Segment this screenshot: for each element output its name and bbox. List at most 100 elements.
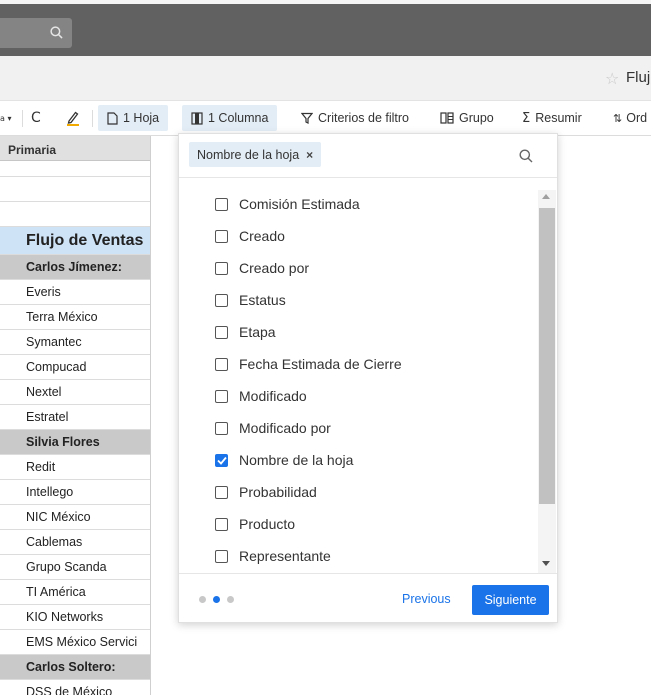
column-option[interactable]: Comisión Estimada [215,194,360,214]
scroll-up-arrow-icon[interactable] [542,194,550,199]
funnel-icon [301,112,313,124]
search-icon[interactable] [519,149,533,163]
selected-column-chip[interactable]: Nombre de la hoja × [189,142,322,167]
sheet-title-row[interactable]: Flujo de Ventas [0,227,150,255]
previous-button[interactable]: Previous [402,592,451,606]
primary-column-header[interactable]: Primaria [0,136,150,161]
highlight-button[interactable] [66,105,80,131]
column-filter-button[interactable]: 1 Columna [182,105,278,131]
sigma-icon: Σ [522,110,531,126]
step-dot-active [213,596,220,603]
column-option[interactable]: Modificado [215,386,307,406]
table-row[interactable]: Grupo Scanda [0,555,150,580]
sort-label: Ord [626,111,648,125]
sort-arrows-icon: ⇅ [613,111,623,125]
table-row[interactable] [0,202,150,227]
sheet-icon [107,111,118,125]
refresh-button[interactable]: C [31,105,46,131]
sheet-filter-button[interactable]: 1 Hoja [98,105,169,131]
panel-search-header[interactable]: Nombre de la hoja × [179,134,557,178]
column-option-label: Creado por [239,260,310,276]
table-row[interactable]: Estratel [0,405,150,430]
checkbox[interactable] [215,229,228,243]
column-option[interactable]: Creado [215,226,285,246]
table-row[interactable]: Cablemas [0,530,150,555]
column-option[interactable]: Creado por [215,258,309,278]
next-button[interactable]: Siguiente [472,585,549,615]
group-row[interactable]: Carlos Jímenez: [0,255,150,280]
summary-button[interactable]: Σ Resumir [522,105,582,131]
column-option[interactable]: Producto [215,514,295,534]
checkbox[interactable] [215,517,228,531]
caret-down-icon: a ▾ [0,113,12,123]
column-option-label: Nombre de la hoja [239,452,354,468]
table-row[interactable]: TI América [0,580,150,605]
table-row[interactable]: Intellego [0,480,150,505]
checkbox[interactable] [215,389,228,403]
filter-criteria-label: Criterios de filtro [318,111,409,125]
checkbox[interactable] [215,421,228,435]
checkbox[interactable] [215,549,228,563]
document-title: Fluj [626,69,651,86]
check-icon [216,456,227,465]
column-icon [191,111,203,125]
toolbar: a ▾ C 1 Hoja 1 Columna Criterios de filt… [0,101,651,136]
step-indicator [199,596,241,603]
toolbar-divider [92,110,93,127]
global-search-box[interactable] [0,18,72,48]
table-row[interactable]: Redit [0,455,150,480]
table-row[interactable]: DSS de México [0,680,150,695]
column-option[interactable]: Modificado por [215,418,331,438]
checkbox[interactable] [215,197,228,211]
group-button[interactable]: Grupo [440,105,494,131]
chip-label: Nombre de la hoja [197,147,300,162]
table-row[interactable] [0,161,150,177]
step-dot [227,596,234,603]
pencil-highlight-icon [67,111,79,126]
panel-footer: Previous Siguiente [179,573,557,622]
group-row[interactable]: Carlos Soltero: [0,655,150,680]
column-option-label: Comisión Estimada [239,196,360,212]
table-row[interactable]: Compucad [0,355,150,380]
table-row[interactable]: KIO Networks [0,605,150,630]
table-row[interactable]: EMS México Servici [0,630,150,655]
filter-criteria-button[interactable]: Criterios de filtro [301,105,409,131]
table-row[interactable]: Symantec [0,330,150,355]
column-option[interactable]: Etapa [215,322,276,342]
checkbox[interactable] [215,261,228,275]
toolbar-dropdown-arrow[interactable]: a ▾ [0,105,16,131]
table-row[interactable]: Everis [0,280,150,305]
table-row[interactable] [0,177,150,202]
column-option-label: Representante [239,548,331,564]
chip-remove-icon[interactable]: × [306,148,313,162]
table-row[interactable]: Terra México [0,305,150,330]
column-option[interactable]: Fecha Estimada de Cierre [215,354,402,374]
checkbox[interactable] [215,357,228,371]
checkbox[interactable] [215,325,228,339]
column-option[interactable]: Probabilidad [215,482,317,502]
scrollbar-thumb[interactable] [539,208,555,504]
column-option-label: Estatus [239,292,286,308]
refresh-icon: C [31,110,41,126]
favorite-star-icon[interactable]: ☆ [605,69,619,88]
checkbox[interactable] [215,485,228,499]
column-option[interactable]: Representante [215,546,331,566]
table-row[interactable]: NIC México [0,505,150,530]
group-row[interactable]: Silvia Flores [0,430,150,455]
column-option[interactable]: Estatus [215,290,286,310]
checkbox[interactable] [215,293,228,307]
table-row[interactable]: Nextel [0,380,150,405]
column-option[interactable]: Nombre de la hoja [215,450,353,470]
checkbox-checked[interactable] [215,453,228,467]
column-options-list: Comisión Estimada Creado Creado por Estatus… [179,186,537,570]
column-option-label: Producto [239,516,296,532]
scroll-down-arrow-icon[interactable] [542,561,550,566]
sheet-grid: Primaria Flujo de Ventas Carlos Jímenez:… [0,136,151,695]
column-option-label: Modificado por [239,420,331,436]
group-label: Grupo [459,111,494,125]
column-option-label: Fecha Estimada de Cierre [239,356,402,372]
sort-button[interactable]: ⇅ Ord [613,105,647,131]
search-icon [50,26,63,39]
options-scrollbar[interactable] [538,190,556,573]
top-bar [0,0,651,56]
